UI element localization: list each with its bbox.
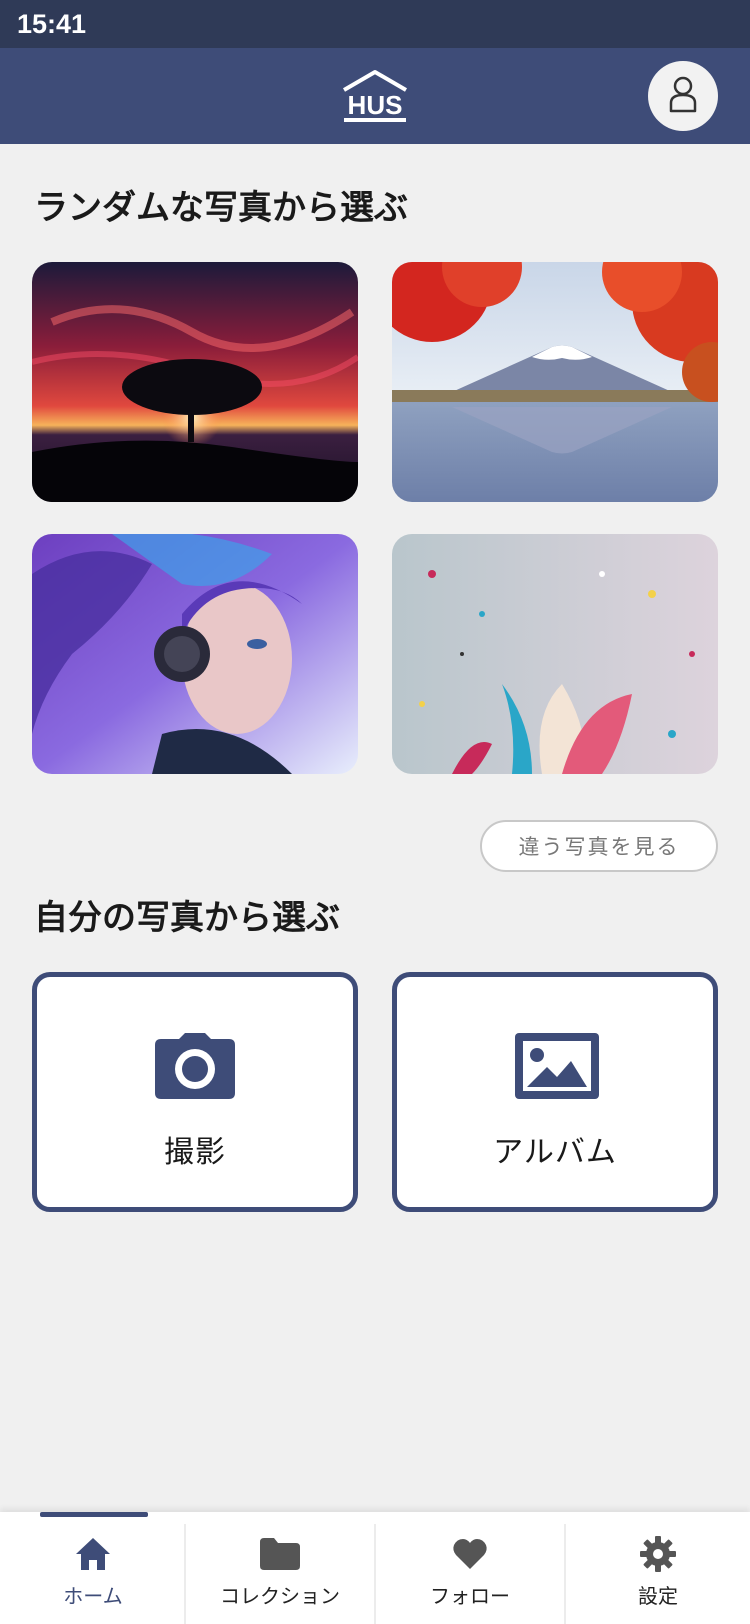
camera-button[interactable]: 撮影 bbox=[32, 972, 358, 1212]
nav-item-home[interactable]: ホーム bbox=[0, 1512, 186, 1624]
status-bar: 15:41 bbox=[0, 0, 750, 48]
nav-item-collection[interactable]: コレクション bbox=[186, 1512, 374, 1624]
bottom-nav: ホーム コレクション フォロー 設定 bbox=[0, 1512, 750, 1624]
status-time: 15:41 bbox=[17, 9, 87, 39]
more-photos-button[interactable]: 違う写真を見る bbox=[480, 820, 718, 872]
album-button[interactable]: アルバム bbox=[392, 972, 718, 1212]
photo-mount-fuji[interactable] bbox=[392, 262, 718, 502]
album-label: アルバム bbox=[493, 1135, 617, 1170]
nav-label-home: ホーム bbox=[63, 1584, 123, 1608]
nav-label-settings: 設定 bbox=[638, 1584, 678, 1608]
nav-item-settings[interactable]: 設定 bbox=[566, 1512, 750, 1624]
home-icon bbox=[74, 1534, 112, 1574]
app-header: HUS bbox=[0, 48, 750, 144]
photo-headphone-girl[interactable] bbox=[32, 534, 358, 774]
nav-label-follow: フォロー bbox=[430, 1584, 510, 1608]
nav-label-collection: コレクション bbox=[220, 1584, 340, 1608]
nav-item-follow[interactable]: フォロー bbox=[376, 1512, 564, 1624]
own-section-title: 自分の写真から選ぶ bbox=[34, 898, 340, 938]
image-icon bbox=[515, 1033, 599, 1103]
logo-text: HUS bbox=[348, 90, 403, 120]
app-logo: HUS bbox=[338, 68, 412, 126]
camera-label: 撮影 bbox=[164, 1135, 226, 1170]
random-section-title: ランダムな写真から選ぶ bbox=[34, 188, 408, 228]
heart-icon bbox=[452, 1534, 488, 1574]
camera-icon bbox=[155, 1033, 235, 1103]
folder-icon bbox=[260, 1534, 300, 1574]
user-icon bbox=[668, 75, 698, 117]
profile-button[interactable] bbox=[648, 61, 718, 131]
photo-sunset-tree[interactable] bbox=[32, 262, 358, 502]
photo-paint-splash[interactable] bbox=[392, 534, 718, 774]
gear-icon bbox=[640, 1534, 676, 1574]
